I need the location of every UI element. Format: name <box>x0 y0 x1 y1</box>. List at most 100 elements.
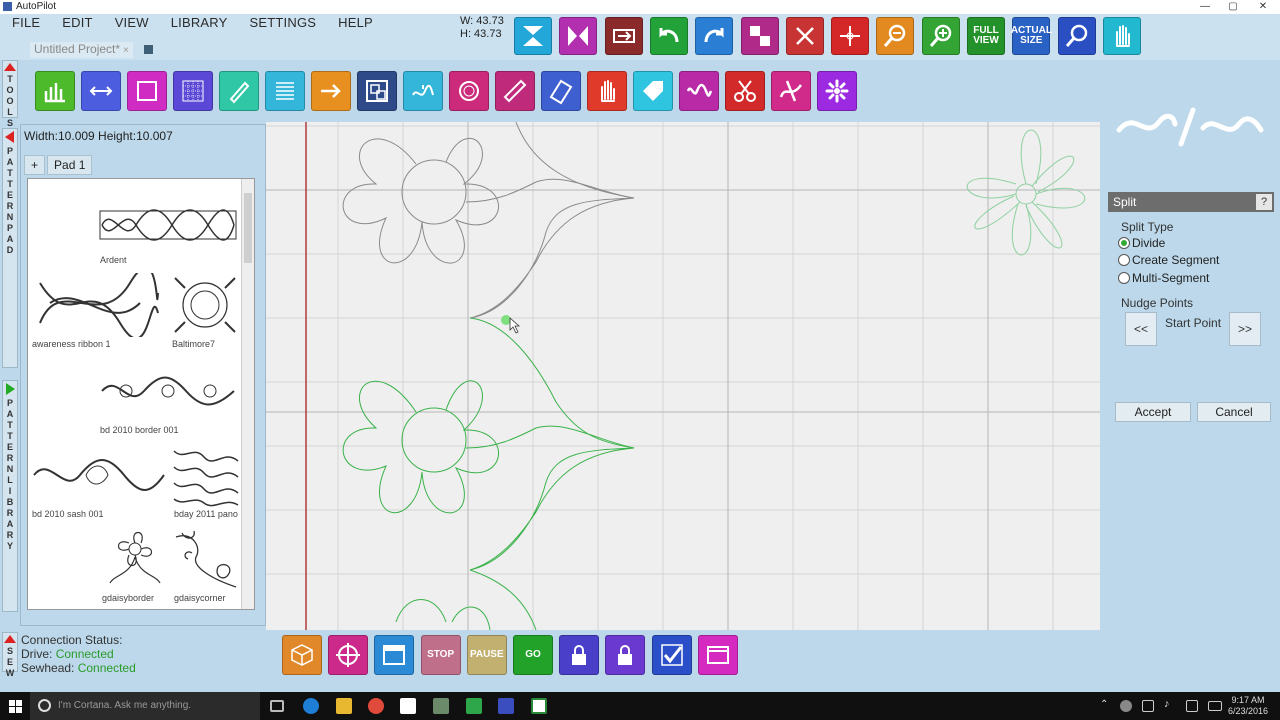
tray-icon-2[interactable] <box>1142 700 1154 712</box>
cortana-search[interactable]: I'm Cortana. Ask me anything. <box>30 692 260 720</box>
nest-button[interactable] <box>357 71 397 111</box>
quilt-design-view[interactable] <box>266 122 1100 630</box>
scrollbar-thumb[interactable] <box>244 193 252 263</box>
check-button[interactable] <box>651 635 692 675</box>
horizontal-flip-button[interactable] <box>559 17 598 55</box>
radio-dot[interactable] <box>1118 237 1130 249</box>
menu-edit[interactable]: EDIT <box>62 15 92 30</box>
taskbar-clock[interactable]: 9:17 AM 6/23/2016 <box>1228 695 1268 717</box>
pattern-item[interactable]: Baltimore7 <box>170 273 240 349</box>
pattern-list-scrollbar[interactable] <box>241 179 254 609</box>
window-button[interactable] <box>697 635 738 675</box>
tray-chevron-icon[interactable]: ⌃ <box>1100 699 1108 710</box>
trace-button[interactable] <box>282 635 322 675</box>
cancel-button[interactable]: Cancel <box>1197 402 1271 422</box>
minimize-button[interactable]: — <box>1190 0 1220 14</box>
pattern-item[interactable]: awareness ribbon 1 <box>30 273 164 349</box>
edge-browser-icon[interactable] <box>303 698 319 714</box>
heart-button[interactable] <box>449 71 489 111</box>
pattern-item[interactable]: bd 2010 border 001 <box>98 359 238 435</box>
actual-size-button[interactable]: ACTUAL SIZE <box>1011 17 1052 55</box>
rectangle-button[interactable] <box>127 71 167 111</box>
radio-create-segment[interactable]: Create Segment <box>1118 253 1219 267</box>
pause-button[interactable]: PAUSE <box>466 635 507 675</box>
text-button[interactable] <box>219 71 259 111</box>
lock-1-button[interactable] <box>559 635 600 675</box>
rotate-button[interactable] <box>604 17 643 55</box>
split-line-button[interactable] <box>771 71 811 111</box>
redo-button[interactable] <box>695 17 734 55</box>
stencil-button[interactable] <box>541 71 581 111</box>
menu-help[interactable]: HELP <box>338 15 373 30</box>
ruler-button[interactable] <box>495 71 535 111</box>
delete-button[interactable] <box>785 17 824 55</box>
pattern-item[interactable]: gdaisycorner <box>172 527 240 603</box>
pattern-item[interactable]: Ardent <box>98 197 238 265</box>
app-icon-2[interactable] <box>466 698 482 714</box>
rows-button[interactable] <box>265 71 305 111</box>
tag-button[interactable] <box>633 71 673 111</box>
project-tab[interactable]: Untitled Project* × <box>30 42 133 58</box>
wave-button[interactable] <box>679 71 719 111</box>
radio-dot[interactable] <box>1118 272 1130 284</box>
hand-stop-button[interactable] <box>587 71 627 111</box>
keyboard-icon[interactable] <box>1208 701 1222 711</box>
store-icon[interactable] <box>400 698 416 714</box>
radio-divide[interactable]: Divide <box>1118 236 1165 250</box>
go-button[interactable]: GO <box>513 635 553 675</box>
maximize-button[interactable]: ▢ <box>1218 0 1248 14</box>
undo-button[interactable] <box>649 17 688 55</box>
accept-button[interactable]: Accept <box>1115 402 1191 422</box>
tools-side-tab[interactable]: T O O L S <box>2 60 18 128</box>
zoom-in-button[interactable] <box>921 17 960 55</box>
add-pad-tab[interactable]: + <box>24 155 46 175</box>
full-view-button[interactable]: FULL VIEW <box>967 17 1005 55</box>
app-icon-1[interactable] <box>433 698 449 714</box>
design-canvas[interactable] <box>266 122 1100 630</box>
vertical-flip-button[interactable] <box>514 17 552 55</box>
radio-multi-segment[interactable]: Multi-Segment <box>1118 271 1209 285</box>
target-button[interactable] <box>328 635 369 675</box>
measure-button[interactable] <box>81 71 121 111</box>
pattern-pad-side-tab[interactable]: P A T T E R N P A D <box>2 128 18 368</box>
sew-side-tab[interactable]: S E W <box>2 632 18 678</box>
grid-fill-button[interactable] <box>173 71 213 111</box>
lock-2-button[interactable] <box>605 635 646 675</box>
nudge-prev-button[interactable]: << <box>1125 312 1157 346</box>
hand-button[interactable] <box>1102 17 1141 55</box>
stop-button[interactable]: STOP <box>420 635 461 675</box>
pattern-motif-selected[interactable] <box>342 317 635 630</box>
project-close-icon[interactable]: × <box>123 45 129 56</box>
app-icon-3[interactable] <box>531 698 547 714</box>
volume-icon[interactable]: ♪ <box>1164 698 1170 710</box>
menu-file[interactable]: FILE <box>12 15 40 30</box>
nudge-next-button[interactable]: >> <box>1229 312 1261 346</box>
scissors-button[interactable] <box>725 71 765 111</box>
path-button[interactable] <box>403 71 443 111</box>
file-explorer-icon[interactable] <box>336 698 352 714</box>
pattern-item[interactable]: gdaisyborder <box>100 527 170 603</box>
checker-button[interactable] <box>740 17 779 55</box>
task-view-icon[interactable] <box>270 700 284 712</box>
start-point-marker[interactable] <box>501 315 511 325</box>
frame-button[interactable] <box>374 635 415 675</box>
stitch-graph-button[interactable] <box>35 71 75 111</box>
pattern-motif-unselected[interactable] <box>342 122 635 319</box>
arrow-tool-button[interactable] <box>311 71 351 111</box>
pad-1-tab[interactable]: Pad 1 <box>47 155 93 175</box>
radio-dot[interactable] <box>1118 254 1130 266</box>
crosshair-move-button[interactable] <box>831 17 870 55</box>
zoom-button[interactable] <box>1057 17 1096 55</box>
chrome-icon[interactable] <box>368 698 384 714</box>
zoom-out-button[interactable] <box>876 17 915 55</box>
flower-button[interactable] <box>817 71 857 111</box>
help-button[interactable]: ? <box>1256 194 1272 210</box>
menu-view[interactable]: VIEW <box>115 15 149 30</box>
autopilot-taskbar-icon[interactable] <box>498 698 514 714</box>
pattern-item[interactable]: bday 2011 pano <box>172 443 240 519</box>
tray-icon-1[interactable] <box>1120 700 1132 712</box>
menu-settings[interactable]: SETTINGS <box>250 15 317 30</box>
network-icon[interactable] <box>1186 700 1198 712</box>
pattern-library-side-tab[interactable]: P A T T E R N L I B R A R Y <box>2 380 18 612</box>
pattern-item[interactable]: bd 2010 sash 001 <box>30 443 168 519</box>
